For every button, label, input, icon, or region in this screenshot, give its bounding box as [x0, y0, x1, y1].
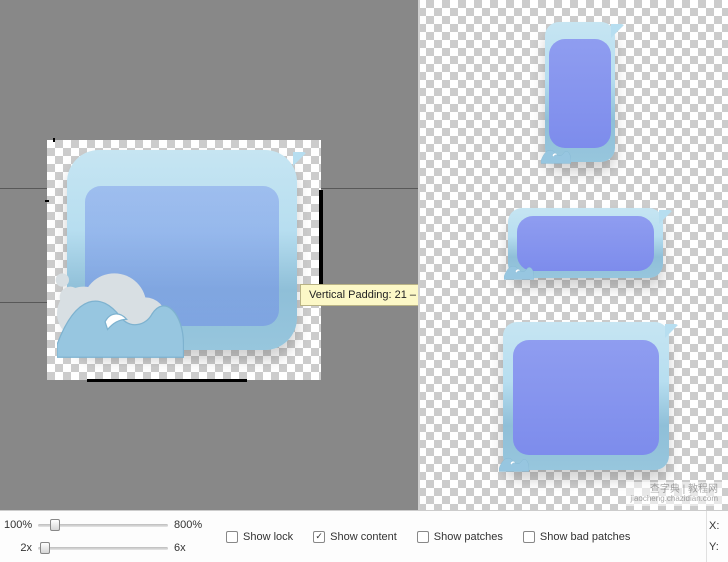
watermark: 查字典 | 教程网 jiaocheng.chazidian.com [626, 482, 722, 506]
preview-inner [513, 340, 659, 455]
patch-marker-top [53, 138, 55, 142]
preview-wave-icon [499, 449, 529, 473]
watermark-line2: jiaocheng.chazidian.com [630, 495, 718, 504]
checkbox-box [417, 531, 429, 543]
checkbox-show-content[interactable]: ✓ Show content [313, 531, 397, 543]
zoom-min-label: 100% [4, 519, 32, 531]
zoom-slider-1[interactable] [38, 518, 168, 532]
checkbox-box: ✓ [313, 531, 325, 543]
preview-canvas [418, 0, 728, 510]
bubble-wave-shape [57, 268, 184, 358]
patch-marker-left [45, 200, 49, 202]
coord-y-label: Y: [709, 541, 719, 553]
checkbox-show-lock[interactable]: Show lock [226, 531, 293, 543]
preview-panel[interactable] [418, 0, 728, 510]
zoom-slider-preview: 2x 6x [4, 541, 210, 555]
source-canvas[interactable] [47, 140, 321, 380]
zoom-slider-source: 100% 800% [4, 518, 210, 532]
slider-thumb[interactable] [50, 519, 60, 531]
coord-x-label: X: [709, 520, 719, 532]
scale-min-label: 2x [4, 542, 32, 554]
checkbox-label: Show lock [243, 531, 293, 543]
preview-inner [517, 216, 653, 271]
zoom-slider-2[interactable] [38, 541, 168, 555]
panel-divider[interactable] [418, 0, 420, 510]
source-sprite-bubble [67, 150, 297, 350]
checkbox-show-bad-patches[interactable]: Show bad patches [523, 531, 631, 543]
checkbox-label: Show patches [434, 531, 503, 543]
preview-stretched-tall [545, 22, 615, 162]
cursor-coordinates: X: Y: [706, 511, 728, 562]
checkbox-label: Show bad patches [540, 531, 631, 543]
checkbox-label: Show content [330, 531, 397, 543]
preview-stretched-wide [508, 208, 663, 278]
preview-stretched-large [503, 322, 669, 470]
checkbox-box [226, 531, 238, 543]
preview-inner [549, 39, 611, 148]
source-panel[interactable]: Vertical Padding: 21 – 77 px [0, 0, 418, 510]
slider-track [38, 547, 168, 550]
checkbox-show-patches[interactable]: Show patches [417, 531, 503, 543]
view-options: Show lock ✓ Show content Show patches Sh… [218, 511, 706, 562]
zoom-max-label: 800% [174, 519, 210, 531]
preview-wave-icon [541, 141, 571, 165]
padding-tooltip: Vertical Padding: 21 – 77 px [300, 284, 418, 306]
checkbox-box [523, 531, 535, 543]
bottom-toolbar: 100% 800% 2x 6x Show lock [0, 510, 728, 562]
scale-max-label: 6x [174, 542, 210, 554]
patch-marker-bottom[interactable] [87, 379, 247, 382]
panels-row: Vertical Padding: 21 – 77 px [0, 0, 728, 510]
zoom-sliders: 100% 800% 2x 6x [0, 511, 218, 562]
nine-patch-editor: Vertical Padding: 21 – 77 px [0, 0, 728, 562]
slider-thumb[interactable] [40, 542, 50, 554]
preview-wave-icon [504, 257, 534, 281]
